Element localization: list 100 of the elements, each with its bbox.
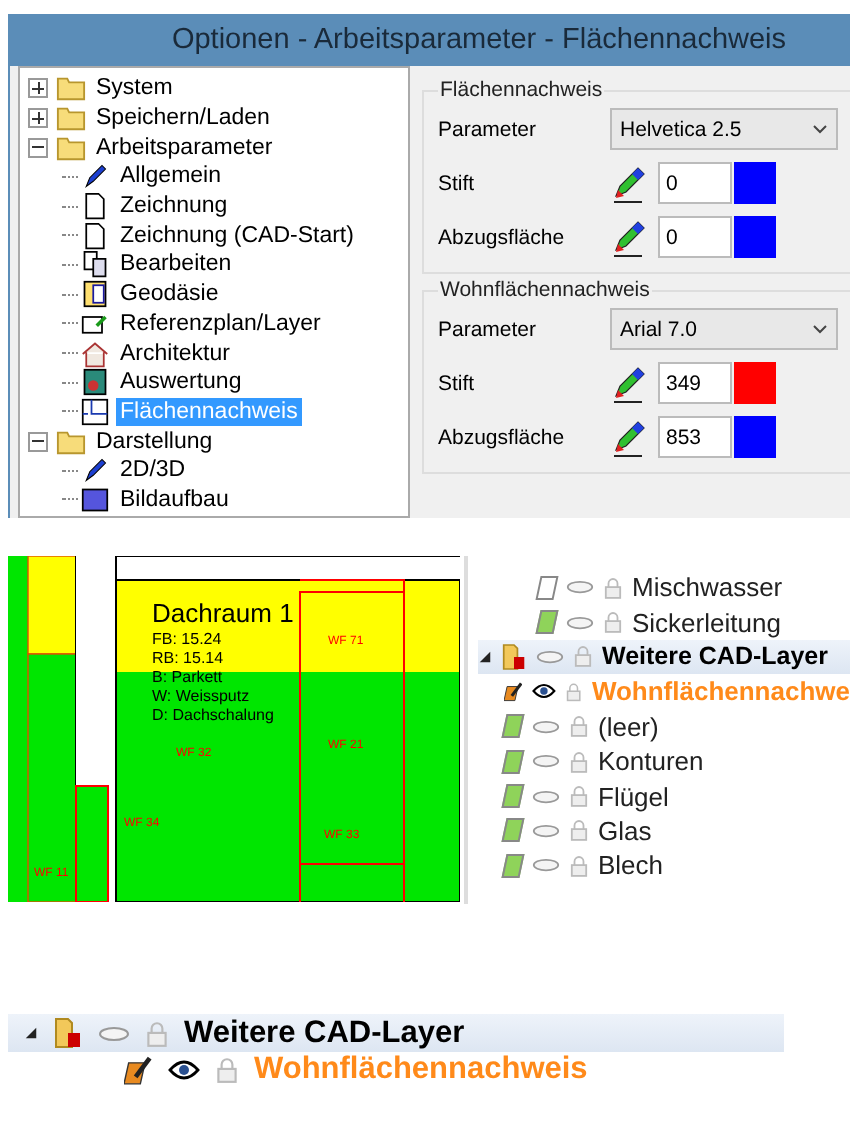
tree-item[interactable]: Darstellung — [92, 427, 217, 456]
document-icon — [80, 250, 110, 279]
eye-icon[interactable] — [532, 682, 557, 701]
color-swatch[interactable] — [734, 162, 776, 204]
lock-icon[interactable] — [604, 610, 622, 635]
hidden-eye-icon[interactable] — [532, 787, 560, 806]
house-icon — [80, 339, 110, 368]
layer-name: Mischwasser — [632, 572, 783, 603]
layer-name: Wohnflächennachwe — [591, 676, 850, 707]
hidden-eye-icon[interactable] — [536, 647, 564, 666]
lock-icon[interactable] — [604, 575, 622, 600]
field-label: Abzugsfläche — [438, 225, 567, 249]
pen-icon[interactable] — [610, 417, 650, 457]
lock-icon[interactable] — [216, 1056, 238, 1084]
color-swatch[interactable] — [734, 416, 776, 458]
room-info: FB: 15.24 — [152, 630, 222, 648]
lock-icon[interactable] — [574, 644, 592, 669]
font-dropdown[interactable]: Helvetica 2.5 — [610, 108, 838, 150]
field-label: Stift — [438, 171, 477, 195]
color-swatch[interactable] — [734, 216, 776, 258]
evaluation-icon — [80, 368, 110, 397]
layer-row[interactable]: Flügel — [478, 778, 850, 814]
layer-group-row[interactable]: Weitere CAD-Layer — [8, 1014, 784, 1052]
hidden-eye-icon[interactable] — [566, 613, 594, 632]
lock-icon[interactable] — [146, 1019, 168, 1047]
group-title: Flächennachweis — [438, 78, 605, 102]
tree-item[interactable]: System — [92, 74, 177, 103]
lock-icon[interactable] — [570, 818, 588, 843]
hidden-eye-icon[interactable] — [566, 578, 594, 597]
tree-item[interactable]: Referenzplan/Layer — [116, 309, 325, 338]
layer-name: Glas — [598, 815, 652, 846]
pen-icon[interactable] — [610, 217, 650, 257]
pen-icon[interactable] — [610, 363, 650, 403]
pen-icon[interactable] — [610, 163, 650, 203]
field-label: Parameter — [438, 117, 539, 141]
hidden-eye-icon[interactable] — [532, 752, 560, 771]
pen-number-field[interactable]: 0 — [658, 162, 732, 204]
expand-toggle[interactable] — [28, 137, 48, 158]
lock-icon[interactable] — [570, 784, 588, 809]
layer-row[interactable]: Konturen — [478, 743, 850, 779]
pen-icon — [80, 456, 110, 485]
layer-name: Wohnflächennachweis — [254, 1052, 588, 1088]
tree-item[interactable]: Auswertung — [116, 368, 246, 397]
folder-icon — [56, 133, 86, 162]
lock-icon[interactable] — [570, 714, 588, 739]
tree-item[interactable]: Zeichnung — [116, 192, 232, 221]
layer-row[interactable]: Sickerleitung — [478, 604, 850, 640]
group-title: Wohnflächennachweis — [438, 278, 652, 302]
expand-toggle[interactable] — [28, 78, 48, 99]
layer-row[interactable]: (leer) — [478, 709, 850, 744]
collapse-triangle-icon[interactable] — [478, 649, 492, 664]
chevron-down-icon — [812, 124, 828, 134]
tree-item[interactable]: Speichern/Laden — [92, 104, 274, 133]
layer-name: Konturen — [598, 746, 704, 777]
layer-name: Blech — [598, 850, 664, 881]
expand-toggle[interactable] — [28, 108, 48, 129]
hidden-eye-icon[interactable] — [532, 821, 560, 840]
tree-item[interactable]: Allgemein — [116, 162, 225, 191]
page-icon — [80, 192, 110, 221]
layer-name: (leer) — [598, 711, 659, 742]
font-dropdown[interactable]: Arial 7.0 — [610, 308, 838, 350]
layer-group-name: Weitere CAD-Layer — [184, 1015, 465, 1051]
floor-plan-icon — [80, 397, 110, 426]
folder-icon — [56, 427, 86, 456]
layer-row[interactable]: Blech — [478, 848, 850, 884]
hidden-eye-icon[interactable] — [532, 717, 560, 736]
lock-icon[interactable] — [570, 853, 588, 878]
lock-icon[interactable] — [570, 749, 588, 774]
field-label: Parameter — [438, 317, 539, 341]
hidden-eye-icon[interactable] — [98, 1023, 130, 1043]
layer-row[interactable]: Glas — [478, 813, 850, 849]
tree-item[interactable]: Bildaufbau — [116, 485, 233, 514]
pen-number-field[interactable]: 0 — [658, 216, 732, 258]
hidden-eye-icon[interactable] — [532, 856, 560, 875]
layer-group-name: Weitere CAD-Layer — [602, 642, 829, 671]
room-info: W: Weissputz — [152, 687, 250, 705]
field-label: Abzugsfläche — [438, 425, 567, 449]
tree-item[interactable]: Geodäsie — [116, 280, 223, 309]
pen-number-field[interactable]: 853 — [658, 416, 732, 458]
tree-item[interactable]: 2D/3D — [116, 456, 190, 485]
window-title: Optionen - Arbeitsparameter - Flächennachweis — [169, 22, 789, 60]
eye-icon[interactable] — [168, 1060, 200, 1080]
tree-item[interactable]: Arbeitsparameter — [92, 133, 277, 162]
tree-item[interactable]: Zeichnung (CAD-Start) — [116, 221, 358, 250]
room-info: D: Dachschalung — [152, 706, 274, 724]
folder-icon — [56, 104, 86, 133]
folder-icon — [56, 74, 86, 103]
pen-number-field[interactable]: 349 — [658, 362, 732, 404]
lock-icon[interactable] — [566, 679, 582, 704]
collapse-triangle-icon[interactable] — [24, 1026, 38, 1040]
tree-item[interactable]: Architektur — [116, 339, 234, 368]
layer-row[interactable]: Mischwasser — [478, 570, 850, 605]
page-icon — [80, 221, 110, 250]
color-swatch[interactable] — [734, 362, 776, 404]
tree-item[interactable]: Bearbeiten — [116, 250, 236, 279]
expand-toggle[interactable] — [28, 431, 48, 452]
layer-group-row[interactable]: Weitere CAD-Layer — [478, 639, 850, 675]
layer-name: Flügel — [598, 781, 669, 812]
question-book-icon — [80, 280, 110, 309]
room-info: RB: 15.14 — [152, 649, 224, 667]
